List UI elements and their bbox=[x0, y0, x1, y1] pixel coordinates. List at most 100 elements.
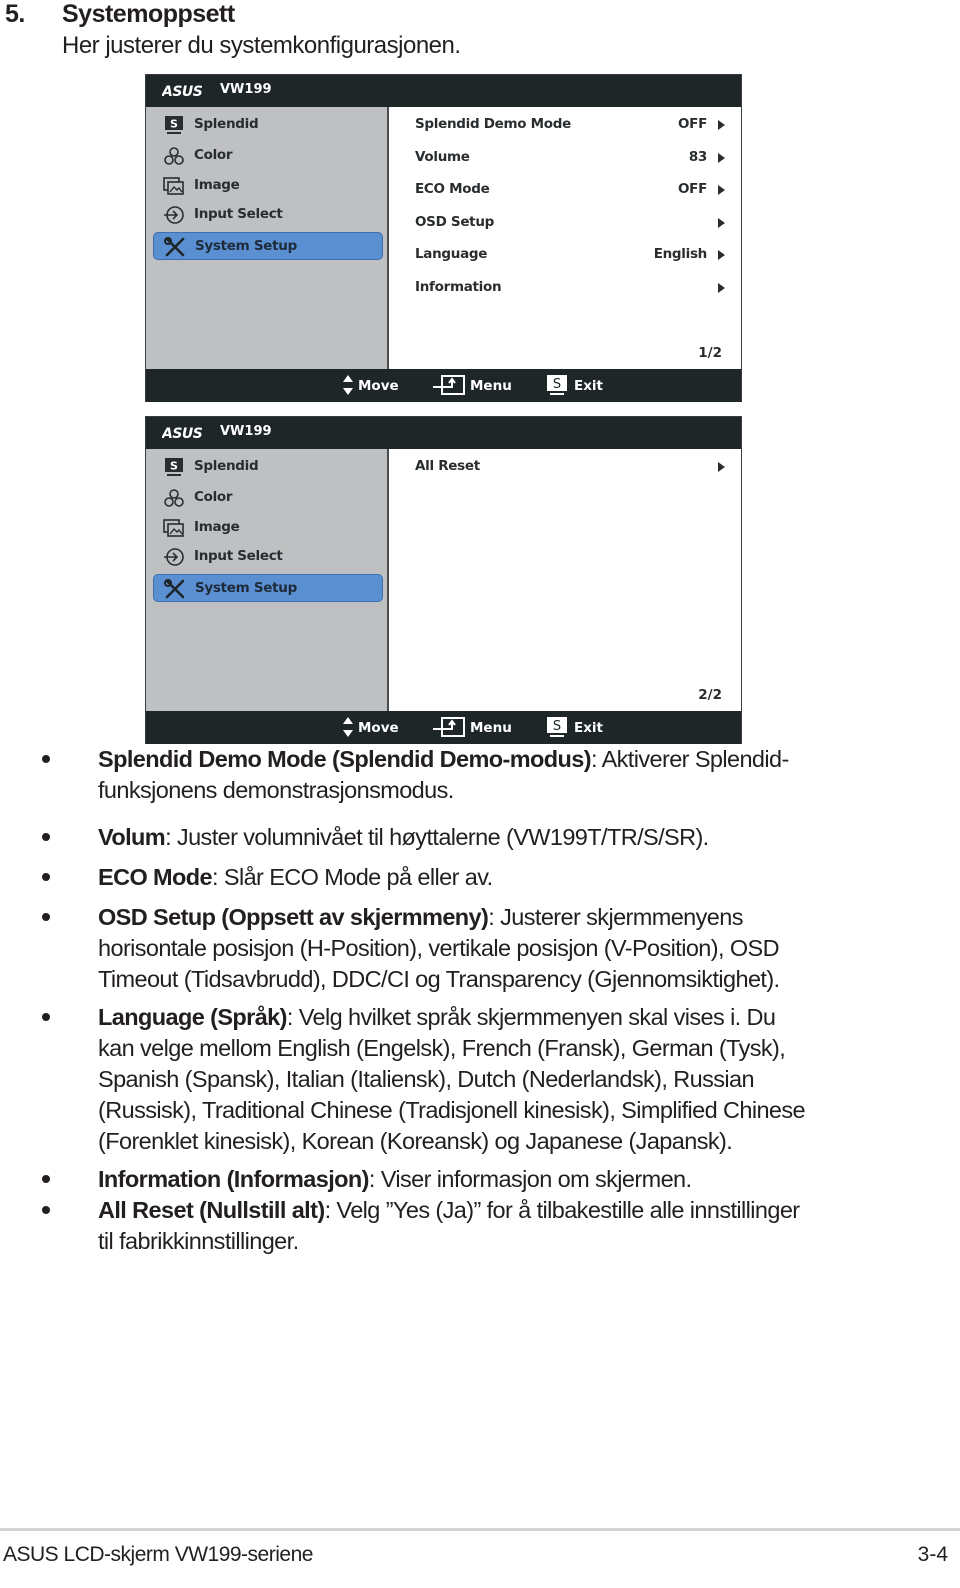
feature-line: horisontale posisjon (H-Position), verti… bbox=[98, 933, 888, 964]
section-number: 5. bbox=[5, 0, 25, 28]
sidebar-item-label: Splendid bbox=[194, 116, 259, 132]
page-indicator: 1/2 bbox=[698, 345, 722, 361]
setting-label: All Reset bbox=[415, 458, 480, 474]
splendid-icon: S bbox=[163, 115, 185, 135]
feature-description: (Russisk), Traditional Chinese (Tradisjo… bbox=[98, 1097, 806, 1123]
setting-volume[interactable]: Volume 83 bbox=[415, 146, 725, 170]
sidebar-item-image[interactable]: Image bbox=[153, 172, 383, 200]
setting-value: OFF bbox=[677, 116, 707, 132]
sidebar-item-splendid[interactable]: S Splendid bbox=[153, 111, 383, 139]
feature-text: Splendid Demo Mode (Splendid Demo-modus)… bbox=[98, 744, 888, 806]
exit-icon: S bbox=[546, 716, 568, 743]
menu-icon bbox=[432, 716, 466, 743]
feature-line: kan velge mellom English (Engelsk), Fren… bbox=[98, 1033, 888, 1064]
feature-description: : Velg ”Yes (Ja)” for å tilbakestille al… bbox=[324, 1197, 801, 1223]
sidebar-item-input-select[interactable]: Input Select bbox=[153, 201, 383, 229]
setting-osd-setup[interactable]: OSD Setup bbox=[415, 211, 725, 235]
exit-hint-label: Exit bbox=[574, 720, 604, 736]
osd-title-bar: ASUS VW199 bbox=[146, 417, 741, 449]
svg-text:S: S bbox=[553, 719, 561, 734]
feature-line: ECO Mode: Slår ECO Mode på eller av. bbox=[98, 862, 888, 893]
sidebar-item-label: Input Select bbox=[194, 206, 283, 222]
bullet-icon bbox=[42, 1206, 50, 1214]
feature-line: Language (Språk): Velg hvilket språk skj… bbox=[98, 1002, 888, 1033]
setting-all-reset[interactable]: All Reset bbox=[415, 455, 725, 479]
feature-text: All Reset (Nullstill alt): Velg ”Yes (Ja… bbox=[98, 1195, 888, 1257]
model-name: VW199 bbox=[220, 82, 272, 97]
system-setup-icon bbox=[164, 579, 186, 599]
page-number: 3-4 bbox=[917, 1543, 948, 1566]
splendid-icon: S bbox=[163, 457, 185, 477]
feature-description: : Viser informasjon om skjermen. bbox=[368, 1166, 692, 1192]
footer-title: ASUS LCD-skjerm VW199-seriene bbox=[3, 1543, 313, 1566]
feature-description: horisontale posisjon (H-Position), verti… bbox=[98, 935, 780, 961]
setting-splendid-demo-mode[interactable]: Splendid Demo Mode OFF bbox=[415, 113, 725, 137]
feature-term: ECO Mode bbox=[98, 864, 213, 890]
chevron-right-icon bbox=[718, 120, 725, 130]
sidebar-item-input-select[interactable]: Input Select bbox=[153, 543, 383, 571]
bullet-icon bbox=[42, 755, 50, 763]
feature-description: : Aktiverer Splendid- bbox=[591, 746, 789, 772]
osd-menu-page-2: ASUS VW199 S Splendid Color Image Input Select… bbox=[145, 416, 742, 744]
sidebar-item-image[interactable]: Image bbox=[153, 514, 383, 542]
setting-label: Splendid Demo Mode bbox=[415, 116, 571, 132]
feature-term: All Reset (Nullstill alt) bbox=[98, 1197, 325, 1223]
setting-value: English bbox=[653, 246, 708, 262]
move-icon bbox=[342, 716, 354, 743]
osd-settings-list: Splendid Demo Mode OFF Volume 83 ECO Mode OFF… bbox=[391, 107, 742, 369]
setting-eco-mode[interactable]: ECO Mode OFF bbox=[415, 178, 725, 202]
system-setup-icon bbox=[164, 237, 186, 257]
feature-text: Information (Informasjon): Viser informa… bbox=[98, 1164, 888, 1195]
osd-sidebar: S Splendid Color Image Input Select System Se… bbox=[146, 107, 389, 369]
sidebar-item-label: Image bbox=[194, 519, 240, 535]
bullet-icon bbox=[42, 1175, 50, 1183]
asus-logo: ASUS bbox=[161, 426, 214, 442]
svg-text:ASUS: ASUS bbox=[162, 426, 203, 439]
bullet-icon bbox=[42, 873, 50, 881]
menu-icon bbox=[432, 374, 466, 401]
sidebar-item-system-setup[interactable]: System Setup bbox=[153, 574, 383, 602]
feature-line: funksjonens demonstrasjonsmodus. bbox=[98, 775, 888, 806]
input-select-icon bbox=[163, 547, 185, 567]
osd-key-guide: Move Menu S Exit bbox=[146, 711, 741, 744]
setting-value: OFF bbox=[677, 181, 707, 197]
setting-information[interactable]: Information bbox=[415, 276, 725, 300]
move-icon bbox=[342, 374, 354, 401]
image-icon bbox=[163, 518, 185, 538]
feature-description: (Forenklet kinesisk), Korean (Koreansk) … bbox=[98, 1128, 733, 1154]
sidebar-item-color[interactable]: Color bbox=[153, 142, 383, 170]
feature-text: ECO Mode: Slår ECO Mode på eller av. bbox=[98, 862, 888, 893]
feature-line: Timeout (Tidsavbrudd), DDC/CI og Transpa… bbox=[98, 964, 888, 995]
feature-description: Timeout (Tidsavbrudd), DDC/CI og Transpa… bbox=[98, 966, 780, 992]
section-title: Systemoppsett bbox=[62, 0, 235, 28]
setting-label: Information bbox=[415, 278, 502, 295]
feature-line: (Russisk), Traditional Chinese (Tradisjo… bbox=[98, 1095, 888, 1126]
sidebar-item-label: Color bbox=[194, 147, 233, 163]
sidebar-item-label: Input Select bbox=[194, 548, 283, 564]
bullet-icon bbox=[42, 833, 50, 841]
sidebar-item-splendid[interactable]: S Splendid bbox=[153, 453, 383, 481]
chevron-right-icon bbox=[718, 282, 725, 293]
menu-hint-label: Menu bbox=[470, 720, 512, 736]
sidebar-item-label: Image bbox=[194, 177, 240, 193]
feature-line: Volum: Juster volumnivået til høyttalern… bbox=[98, 822, 888, 853]
sidebar-item-label: System Setup bbox=[195, 580, 297, 596]
feature-description: : Slår ECO Mode på eller av. bbox=[212, 864, 493, 890]
feature-line: Information (Informasjon): Viser informa… bbox=[98, 1164, 888, 1195]
footer-divider bbox=[0, 1528, 960, 1531]
setting-label: ECO Mode bbox=[415, 181, 490, 197]
osd-title-bar: ASUS VW199 bbox=[146, 75, 741, 107]
osd-settings-list: All Reset 2/2 bbox=[391, 449, 742, 711]
exit-hint-label: Exit bbox=[574, 378, 604, 394]
osd-sidebar: S Splendid Color Image Input Select System Se… bbox=[146, 449, 389, 711]
sidebar-item-color[interactable]: Color bbox=[153, 484, 383, 512]
feature-term: OSD Setup (Oppsett av skjermmeny) bbox=[98, 904, 489, 930]
sidebar-item-system-setup[interactable]: System Setup bbox=[153, 232, 383, 260]
color-icon bbox=[163, 146, 185, 166]
feature-line: All Reset (Nullstill alt): Velg ”Yes (Ja… bbox=[98, 1195, 888, 1226]
feature-text: OSD Setup (Oppsett av skjermmeny): Juste… bbox=[98, 902, 888, 995]
chevron-right-icon bbox=[718, 185, 725, 195]
feature-description: : Juster volumnivået til høyttalerne (VW… bbox=[165, 824, 709, 850]
setting-language[interactable]: Language English bbox=[415, 243, 725, 267]
feature-term: Splendid Demo Mode (Splendid Demo-modus) bbox=[98, 746, 592, 772]
